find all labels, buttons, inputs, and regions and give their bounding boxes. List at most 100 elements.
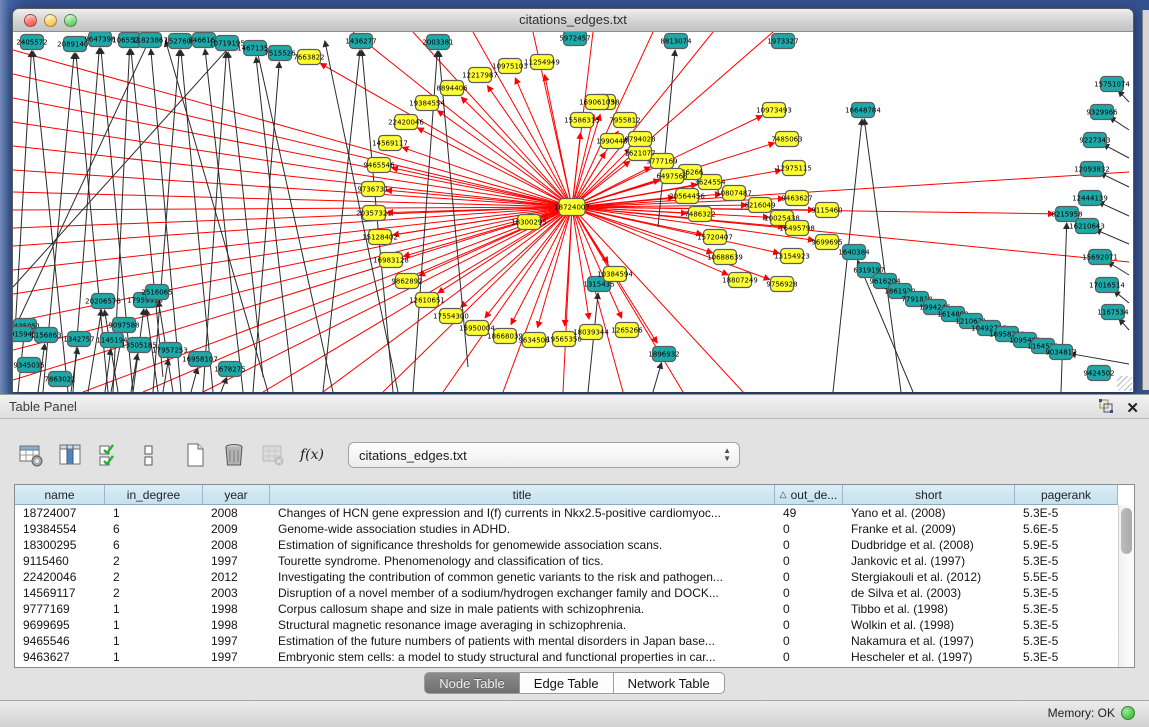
graph-node[interactable]: 14569117 [372, 136, 408, 151]
table-row[interactable]: 1830029562008Estimation of significance … [15, 537, 1134, 553]
graph-node[interactable]: 9699695 [811, 235, 842, 250]
column-header-in_degree[interactable]: in_degree [105, 485, 203, 505]
graph-node[interactable]: 1156863 [30, 328, 61, 343]
column-header-name[interactable]: name [15, 485, 105, 505]
graph-node[interactable]: 16983128 [373, 253, 409, 268]
network-window-titlebar[interactable]: citations_edges.txt [13, 9, 1133, 32]
window-resize-grip[interactable] [1117, 376, 1132, 391]
graph-node[interactable]: 8813074 [660, 34, 692, 49]
graph-node[interactable]: 9862892 [391, 274, 422, 289]
graph-node[interactable]: 9115460 [811, 203, 842, 218]
graph-node[interactable]: 8894406 [436, 81, 468, 96]
column-header-pagerank[interactable]: pagerank [1015, 485, 1118, 505]
table-row[interactable]: 1872400712008Changes of HCN gene express… [15, 505, 1134, 521]
graph-node[interactable]: 1621077 [624, 146, 655, 161]
graph-node[interactable]: 2516065 [141, 285, 172, 300]
memory-status-label: Memory: OK [1048, 706, 1115, 720]
graph-node[interactable]: 7955812 [609, 113, 640, 128]
graph-node[interactable]: 5972457 [559, 32, 590, 46]
graph-node[interactable]: 20564456 [669, 189, 705, 204]
graph-node[interactable]: 7863021 [44, 372, 75, 387]
column-visibility-icon[interactable] [55, 440, 85, 470]
graph-node[interactable]: 6497568 [656, 169, 687, 184]
graph-node[interactable]: 7515526 [264, 46, 296, 61]
delete-column-icon[interactable] [258, 440, 288, 470]
graph-node[interactable]: 10973493 [756, 103, 792, 118]
graph-node[interactable]: 11254949 [524, 55, 560, 70]
function-builder-icon[interactable]: f(x) [297, 440, 327, 470]
graph-node[interactable]: 7486322 [684, 207, 715, 222]
column-header-title[interactable]: title [270, 485, 775, 505]
scrollbar-thumb[interactable] [1121, 508, 1132, 554]
graph-node[interactable]: 2405572 [16, 35, 47, 50]
graph-node[interactable]: 9634508 [518, 333, 549, 348]
float-window-icon[interactable] [1098, 398, 1114, 419]
citation-network-graph[interactable]: 2405572208914069647398106552571182386715… [13, 32, 1133, 392]
table-row[interactable]: 1938455462009Genome-wide association stu… [15, 521, 1134, 537]
graph-node[interactable]: 13154923 [774, 249, 810, 264]
graph-node[interactable]: 15692071 [1082, 250, 1118, 265]
graph-node[interactable]: 17016514 [1089, 278, 1125, 293]
table-row[interactable]: 2242004622012Investigating the contribut… [15, 569, 1134, 585]
graph-node[interactable]: 15128402 [362, 230, 398, 245]
graph-node[interactable]: 1990448 [596, 134, 627, 149]
tab-network-table[interactable]: Network Table [614, 672, 725, 694]
graph-node[interactable]: 9756928 [766, 277, 797, 292]
graph-node[interactable]: 12093832 [1074, 162, 1110, 177]
graph-node[interactable]: 1973327 [767, 34, 798, 49]
graph-node[interactable]: 22420046 [388, 115, 424, 130]
graph-node[interactable]: 9463627 [781, 191, 812, 206]
table-row[interactable]: 911546021997Tourette syndrome. Phenomeno… [15, 553, 1134, 569]
graph-node[interactable]: 1640384 [838, 245, 870, 260]
column-header-year[interactable]: year [203, 485, 270, 505]
graph-node[interactable]: 9097588 [108, 318, 139, 333]
graph-node[interactable]: 1678275 [214, 362, 245, 377]
graph-node[interactable]: 1265266 [611, 323, 643, 338]
selection-mode-icon[interactable] [94, 440, 124, 470]
vertical-scrollbar[interactable] [1118, 505, 1134, 667]
table-row[interactable]: 977716911998Corpus callosum shape and si… [15, 601, 1134, 617]
graph-node[interactable]: 2003381 [422, 35, 453, 50]
graph-node[interactable]: 1167534 [1097, 305, 1129, 320]
graph-node[interactable]: 1896932 [648, 347, 679, 362]
memory-status-indicator[interactable] [1121, 706, 1135, 720]
column-header-out_degree[interactable]: △out_de... [775, 485, 843, 505]
graph-node[interactable]: 18724007 [554, 199, 590, 216]
delete-table-icon[interactable] [219, 440, 249, 470]
graph-node[interactable]: 9424502 [1083, 366, 1114, 381]
table-row[interactable]: 1456911722003Disruption of a novel membe… [15, 585, 1134, 601]
graph-node[interactable]: 9227343 [1079, 133, 1110, 148]
graph-node[interactable]: 16648784 [845, 103, 881, 118]
graph-node[interactable]: 19384554 [409, 96, 445, 111]
row-height-icon[interactable] [133, 440, 163, 470]
graph-node[interactable]: 9647398 [84, 32, 115, 47]
graph-node[interactable]: 10688639 [707, 250, 743, 265]
table-row[interactable]: 969969511998Structural magnetic resonanc… [15, 617, 1134, 633]
graph-node[interactable]: 15586315 [564, 113, 600, 128]
table-settings-icon[interactable] [16, 440, 46, 470]
graph-node[interactable]: 9465546 [363, 158, 395, 173]
graph-node[interactable]: 12975115 [776, 161, 812, 176]
graph-node[interactable]: 9736731 [357, 182, 388, 197]
graph-node[interactable]: 1436277 [345, 34, 376, 49]
graph-node[interactable]: 6794028 [624, 132, 655, 147]
graph-node[interactable]: 9034817 [1045, 345, 1076, 360]
graph-node[interactable]: 1342757 [63, 332, 94, 347]
close-icon[interactable]: ✕ [1126, 400, 1139, 418]
graph-node[interactable]: 7663822 [293, 50, 324, 65]
graph-node[interactable]: 7485063 [771, 132, 802, 147]
tab-edge-table[interactable]: Edge Table [520, 672, 614, 694]
graph-node[interactable]: 6216049 [744, 198, 775, 213]
new-table-icon[interactable] [180, 440, 210, 470]
graph-node[interactable]: 9345035 [13, 358, 44, 373]
graph-node[interactable]: 15751074 [1094, 77, 1130, 92]
network-view-window[interactable]: citations_edges.txt 24055722089140696473… [12, 8, 1134, 392]
column-header-short[interactable]: short [843, 485, 1015, 505]
network-canvas[interactable]: 2405572208914069647398106552571182386715… [13, 32, 1133, 392]
table-row[interactable]: 946362711997Embryonic stem cells: a mode… [15, 649, 1134, 665]
table-row[interactable]: 946554611997Estimation of the future num… [15, 633, 1134, 649]
tab-node-table[interactable]: Node Table [424, 672, 520, 694]
table-selector-dropdown[interactable]: citations_edges.txt ▲▼ [348, 442, 740, 468]
graph-node[interactable]: 9329966 [1086, 105, 1118, 120]
graph-node[interactable]: 15720407 [697, 230, 733, 245]
